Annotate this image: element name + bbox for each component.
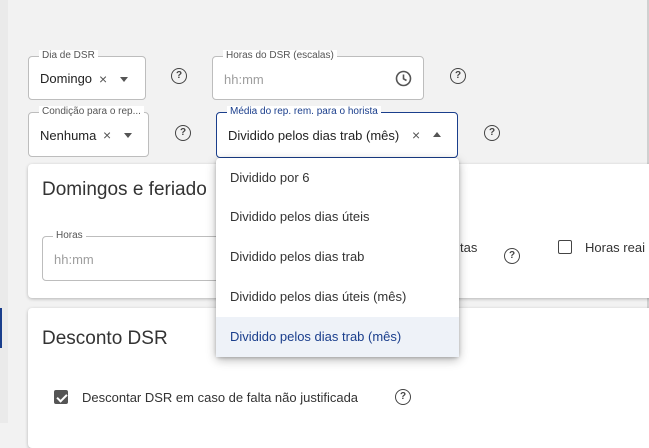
horas-dsr-placeholder: hh:mm bbox=[224, 72, 264, 87]
media-dropdown-menu: Dividido por 6 Dividido pelos dias úteis… bbox=[216, 158, 459, 357]
clear-icon[interactable]: × bbox=[103, 128, 111, 142]
horas-dsr-label: Horas do DSR (escalas) bbox=[223, 50, 337, 62]
option-dividido-dias-uteis-mes[interactable]: Dividido pelos dias úteis (mês) bbox=[216, 277, 459, 317]
clock-icon[interactable] bbox=[395, 70, 412, 87]
left-rail bbox=[0, 0, 8, 423]
desconto-title: Desconto DSR bbox=[42, 328, 168, 349]
left-rail-active-indicator bbox=[0, 308, 2, 348]
chevron-down-icon[interactable] bbox=[120, 77, 128, 82]
help-icon[interactable]: ? bbox=[171, 68, 187, 84]
option-dividido-dias-trab[interactable]: Dividido pelos dias trab bbox=[216, 237, 459, 277]
dia-dsr-label: Dia de DSR bbox=[39, 50, 98, 62]
horas-reais-label: Horas reai bbox=[585, 240, 645, 255]
media-select[interactable]: Média do rep. rem. para o horista Dividi… bbox=[216, 106, 458, 158]
partial-label: tas bbox=[460, 240, 478, 255]
descontar-dsr-label: Descontar DSR em caso de falta não justi… bbox=[82, 390, 359, 405]
clear-icon[interactable]: × bbox=[412, 128, 420, 142]
horas-dsr-input[interactable]: Horas do DSR (escalas) hh:mm bbox=[212, 50, 424, 100]
dia-dsr-value: Domingo bbox=[40, 71, 93, 86]
descontar-dsr-checkbox[interactable] bbox=[54, 390, 68, 404]
option-dividido-dias-uteis[interactable]: Dividido pelos dias úteis bbox=[216, 197, 459, 237]
chevron-up-icon[interactable] bbox=[433, 132, 441, 137]
help-icon[interactable]: ? bbox=[484, 125, 500, 141]
horas-label: Horas bbox=[53, 230, 86, 242]
media-value: Dividido pelos dias trab (mês) bbox=[228, 128, 400, 143]
domingos-title: Domingos e feriado bbox=[42, 179, 207, 200]
media-label: Média do rep. rem. para o horista bbox=[227, 106, 381, 118]
chevron-down-icon[interactable] bbox=[124, 133, 132, 138]
help-icon[interactable]: ? bbox=[395, 389, 411, 405]
horas-input[interactable]: Horas hh:mm bbox=[42, 230, 242, 281]
horas-placeholder: hh:mm bbox=[54, 252, 94, 267]
dia-dsr-select[interactable]: Dia de DSR Domingo × bbox=[28, 50, 146, 100]
option-dividido-dias-trab-mes[interactable]: Dividido pelos dias trab (mês) bbox=[216, 317, 459, 357]
condicao-select[interactable]: Condição para o rep... Nenhuma × bbox=[28, 106, 149, 157]
condicao-value: Nenhuma bbox=[40, 128, 97, 143]
clear-icon[interactable]: × bbox=[99, 72, 107, 86]
help-icon[interactable]: ? bbox=[504, 248, 520, 264]
option-dividido-por-6[interactable]: Dividido por 6 bbox=[216, 158, 459, 198]
condicao-label: Condição para o rep... bbox=[39, 106, 144, 118]
help-icon[interactable]: ? bbox=[175, 125, 191, 141]
help-icon[interactable]: ? bbox=[450, 68, 466, 84]
horas-reais-checkbox[interactable] bbox=[558, 240, 572, 254]
